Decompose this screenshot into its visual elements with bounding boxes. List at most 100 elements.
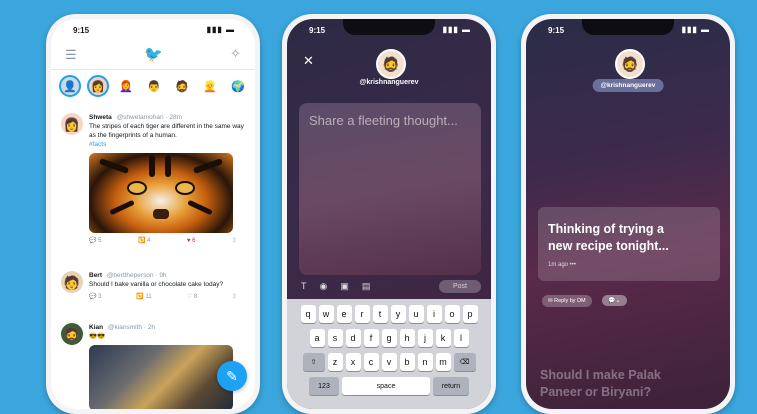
key-s[interactable]: s	[327, 329, 343, 347]
tweet-author[interactable]: Bert	[89, 272, 102, 279]
tweet[interactable]: 👩 Shweta @shwetamohan · 28m The stripes …	[61, 113, 247, 246]
avatar[interactable]: 🧑	[61, 271, 83, 293]
fleet-screen: 9:15 ▮▮▮ ▬ 🧔 @krishnanguerev Thinking of…	[526, 19, 730, 409]
space-key[interactable]: space	[342, 377, 430, 395]
twitter-bird-icon: 🐦	[144, 46, 163, 63]
fleet-avatar[interactable]: 👤	[59, 75, 81, 97]
tweet-author[interactable]: Kian	[89, 324, 103, 331]
phone-timeline: 9:15 ▮▮▮ ▬ ☰ 🐦 ✧ 👤 👩 👩‍🦰 👨 🧔 👱 🌍 👩 Shwet…	[46, 14, 260, 414]
like-button[interactable]: ♥ 6	[187, 237, 196, 246]
key-u[interactable]: u	[408, 305, 424, 323]
post-button[interactable]: Post	[438, 279, 481, 293]
key-a[interactable]: a	[309, 329, 325, 347]
phone-fleet-viewer: 9:15 ▮▮▮ ▬ 🧔 @krishnanguerev Thinking of…	[521, 14, 735, 414]
tweet-photo[interactable]	[89, 345, 233, 409]
compose-toolbar: T ◉ ▣ ▤ Post	[301, 277, 481, 295]
text-style-icon[interactable]: T	[301, 281, 307, 291]
close-icon[interactable]: ✕	[303, 53, 314, 69]
fleet-avatar[interactable]: 👩	[87, 75, 109, 97]
fleet-avatar[interactable]: 👱	[199, 75, 221, 97]
key-n[interactable]: n	[417, 353, 433, 371]
background-icon[interactable]: ▤	[362, 281, 371, 292]
shift-key[interactable]: ⇧	[302, 353, 325, 371]
tweet-author[interactable]: Shweta	[89, 114, 112, 121]
key-l[interactable]: l	[453, 329, 469, 347]
menu-icon[interactable]: ☰	[65, 47, 77, 63]
react-button[interactable]: 💬⌄	[602, 295, 627, 306]
signal-battery-icon: ▮▮▮ ▬	[442, 25, 471, 34]
key-k[interactable]: k	[435, 329, 451, 347]
avatar: 🧔	[376, 49, 406, 79]
key-c[interactable]: c	[363, 353, 379, 371]
tweet-actions: 💬 3 🔁 11 ♡ 8 ⇪	[89, 293, 247, 302]
keyboard-row: qwertyuiop	[290, 305, 488, 323]
share-icon[interactable]: ⇪	[232, 237, 237, 246]
tweet-handle: @kiansmith · 2h	[107, 324, 155, 331]
keyboard-row: ⇧ zxcvbnm ⌫	[290, 353, 488, 371]
status-time: 9:15	[309, 26, 326, 35]
key-r[interactable]: r	[354, 305, 370, 323]
status-time: 9:15	[548, 26, 565, 35]
gallery-icon[interactable]: ▣	[340, 281, 349, 292]
key-w[interactable]: w	[318, 305, 334, 323]
key-m[interactable]: m	[435, 353, 451, 371]
key-o[interactable]: o	[444, 305, 460, 323]
reply-button[interactable]: 💬 3	[89, 293, 101, 302]
key-i[interactable]: i	[426, 305, 442, 323]
reply-button[interactable]: 💬 5	[89, 237, 101, 246]
timeline-screen: 9:15 ▮▮▮ ▬ ☰ 🐦 ✧ 👤 👩 👩‍🦰 👨 🧔 👱 🌍 👩 Shwet…	[51, 19, 255, 409]
tweet-actions: 💬 5 🔁 4 ♥ 6 ⇪	[89, 237, 247, 246]
like-button[interactable]: ♡ 8	[187, 293, 197, 302]
sparkle-icon[interactable]: ✧	[230, 46, 241, 62]
numbers-key[interactable]: 123	[309, 377, 339, 395]
keyboard: qwertyuiop asdfghjkl ⇧ zxcvbnm ⌫ 123 spa…	[287, 299, 491, 409]
phone-compose: 9:15 ▮▮▮ ▬ ✕ 🧔 @krishnanguerev Share a f…	[282, 14, 496, 414]
key-f[interactable]: f	[363, 329, 379, 347]
key-g[interactable]: g	[381, 329, 397, 347]
tiger-image[interactable]	[89, 153, 233, 233]
backspace-key[interactable]: ⌫	[453, 353, 476, 371]
fleet-text: Thinking of trying a new recipe tonight.…	[548, 222, 669, 253]
avatar: 🧔	[615, 49, 645, 79]
tweet[interactable]: 🧑 Bert @berttheperson · 9h Should I bake…	[61, 271, 247, 302]
return-key[interactable]: return	[433, 377, 469, 395]
avatar[interactable]: 👩	[61, 113, 83, 135]
username-chip[interactable]: @krishnanguerev	[592, 79, 664, 92]
key-t[interactable]: t	[372, 305, 388, 323]
key-p[interactable]: p	[462, 305, 478, 323]
hashtag-link[interactable]: #facts	[89, 140, 247, 149]
key-h[interactable]: h	[399, 329, 415, 347]
fleet-avatar[interactable]: 👩‍🦰	[115, 75, 137, 97]
fleet-avatar[interactable]: 👨	[143, 75, 165, 97]
key-z[interactable]: z	[327, 353, 343, 371]
compose-tweet-button[interactable]: ✎	[217, 361, 247, 391]
fleet-card[interactable]: Thinking of trying a new recipe tonight.…	[538, 207, 720, 281]
key-b[interactable]: b	[399, 353, 415, 371]
timeline-header: ☰ 🐦 ✧	[51, 41, 255, 70]
key-d[interactable]: d	[345, 329, 361, 347]
reply-dm-button[interactable]: ✉ Reply by DM	[542, 295, 592, 307]
share-icon[interactable]: ⇪	[232, 293, 237, 302]
key-x[interactable]: x	[345, 353, 361, 371]
key-j[interactable]: j	[417, 329, 433, 347]
avatar[interactable]: 🧔	[61, 323, 83, 345]
status-bar: 9:15 ▮▮▮ ▬	[526, 19, 730, 39]
status-time: 9:15	[73, 26, 90, 35]
key-v[interactable]: v	[381, 353, 397, 371]
key-y[interactable]: y	[390, 305, 406, 323]
key-e[interactable]: e	[336, 305, 352, 323]
status-bar: 9:15 ▮▮▮ ▬	[51, 19, 255, 39]
retweet-button[interactable]: 🔁 4	[138, 237, 150, 246]
compose-placeholder[interactable]: Share a fleeting thought...	[309, 113, 458, 128]
key-q[interactable]: q	[300, 305, 316, 323]
retweet-button[interactable]: 🔁 11	[136, 293, 151, 302]
fleets-bar: 👤 👩 👩‍🦰 👨 🧔 👱 🌍	[59, 75, 249, 105]
compose-area[interactable]: Share a fleeting thought...	[299, 103, 481, 275]
tweet-handle: @shwetamohan · 28m	[116, 114, 183, 121]
tweet-text: Should I bake vanilla or chocolate cake …	[89, 281, 224, 288]
camera-icon[interactable]: ◉	[320, 281, 328, 292]
fleet-avatar[interactable]: 🧔	[171, 75, 193, 97]
fleet-avatar[interactable]: 🌍	[227, 75, 249, 97]
fleet-meta: 1m ago •••	[548, 262, 576, 268]
signal-battery-icon: ▮▮▮ ▬	[206, 25, 235, 34]
